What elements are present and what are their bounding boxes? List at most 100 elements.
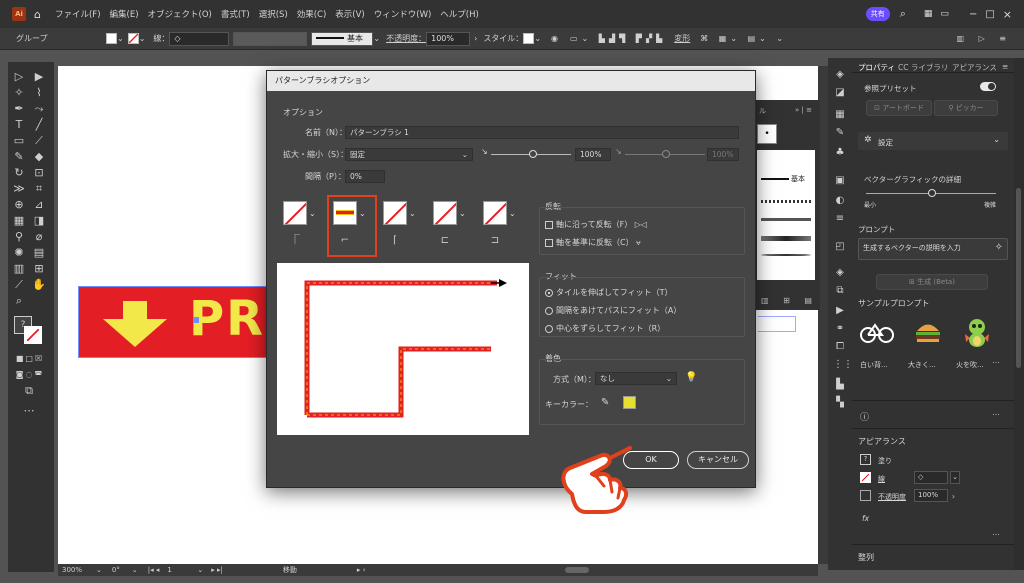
layers-icon[interactable]: ◈ [833, 266, 847, 280]
symbol-sprayer-icon[interactable]: ✺ [12, 246, 26, 260]
menu-window[interactable]: ウィンドウ(W) [374, 8, 432, 20]
fit-option-space[interactable]: 間隔をあけてパスにフィット（A） [545, 305, 681, 316]
tips-icon[interactable]: 💡 [685, 372, 697, 383]
chevron-down-icon[interactable]: ⌄ [132, 566, 138, 574]
eraser-icon[interactable]: ◆ [32, 150, 46, 164]
direct-selection-icon[interactable]: ▶ [32, 70, 46, 84]
paintbrush-icon[interactable]: ⟋ [32, 134, 46, 148]
menu-view[interactable]: 表示(V) [335, 8, 364, 20]
stroke-weight-field[interactable]: ◇ [914, 471, 948, 484]
shaper-icon[interactable]: ✎ [12, 150, 26, 164]
rectangle-icon[interactable]: ▭ [12, 134, 26, 148]
lasso-icon[interactable]: ⌇ [32, 86, 46, 100]
column-graph-icon[interactable]: ▥ [12, 262, 26, 276]
transparency-icon[interactable]: ◰ [833, 240, 847, 254]
stroke-icon[interactable]: ◐ [833, 194, 847, 208]
gradient-icon[interactable]: ◨ [32, 214, 46, 228]
chevron-down-icon[interactable]: ⌄ [197, 566, 203, 574]
chevron-down-icon[interactable]: ⌄ [117, 34, 124, 43]
sample-bicycle-icon[interactable] [860, 320, 894, 346]
artboard-nav-next[interactable]: ▸ ▸| [211, 566, 223, 574]
mesh-icon[interactable]: ▦ [12, 214, 26, 228]
chevron-right-icon[interactable]: › [474, 34, 477, 43]
slice-icon[interactable]: ⟋ [12, 278, 26, 292]
stroke-weight-dropdown[interactable]: ⌄ [950, 471, 960, 484]
minimize-button[interactable]: − [969, 9, 977, 20]
side-tile[interactable] [283, 201, 307, 225]
transform-panel-icon[interactable]: ▙ [833, 378, 847, 392]
chevron-down-icon[interactable]: ⌄ [509, 209, 516, 218]
workspace-icon[interactable]: ▦ [924, 9, 933, 19]
eyedropper-icon[interactable]: ✎ [601, 397, 609, 408]
artboard-button[interactable]: ⊡ アートボード [866, 100, 932, 116]
chevron-down-icon[interactable]: ⌄ [96, 566, 102, 574]
color-modes-icon[interactable]: ■□☒ [12, 352, 48, 366]
symbols-icon[interactable]: ♣ [833, 146, 847, 160]
color-icon[interactable]: ◈ [833, 68, 847, 82]
links-icon[interactable]: ⚭ [833, 322, 847, 336]
magic-wand-icon[interactable]: ✧ [12, 86, 26, 100]
fill-stroke-widget[interactable]: ? [14, 316, 46, 348]
menu-help[interactable]: ヘルプ(H) [440, 8, 479, 20]
pathfinder-icon[interactable]: ⧠ [833, 340, 847, 354]
chevron-down-icon[interactable]: ⌄ [139, 34, 146, 43]
panel-menu-icon[interactable]: ≡ [1002, 62, 1008, 71]
shape-builder-icon[interactable]: ⊕ [12, 198, 26, 212]
outer-corner-tile[interactable] [333, 201, 357, 225]
line-tool-icon[interactable]: ╱ [32, 118, 46, 132]
zoom-icon[interactable]: ⌕ [12, 294, 26, 308]
curvature-icon[interactable]: ⤳ [32, 102, 46, 116]
swatches-icon[interactable]: ▦ [833, 108, 847, 122]
search-icon[interactable]: ⌕ [900, 7, 906, 21]
fill-swatch[interactable]: ? [860, 454, 871, 465]
chevron-down-icon[interactable]: ⌄ [373, 34, 380, 43]
fit-radio-stretch[interactable] [545, 288, 553, 297]
brush-definition-field[interactable]: 基本 [311, 31, 374, 46]
eyedropper-icon[interactable]: ⚲ [12, 230, 26, 244]
transform-label[interactable]: 変形 [674, 33, 690, 44]
align-panel-icon[interactable]: ⋮⋮ [833, 358, 853, 372]
opacity-field[interactable]: 100% [914, 489, 948, 502]
panel-menu-icon[interactable]: ▥ ▷ ≡ [957, 34, 1013, 43]
screen-mode-icon[interactable]: ⧉ [22, 384, 36, 398]
chevron-down-icon[interactable]: ⌄ [459, 209, 466, 218]
maximize-button[interactable]: □ [985, 9, 994, 20]
fit-radio-approximate[interactable] [545, 324, 553, 333]
chevron-down-icon[interactable]: ⌄ [309, 209, 316, 218]
artboard-icon[interactable]: ⊞ [32, 262, 46, 276]
detail-slider-thumb[interactable] [928, 189, 936, 197]
spacing-field[interactable]: 0% [345, 170, 385, 183]
chevron-down-icon[interactable]: ⌄ [409, 209, 416, 218]
scale-slider-thumb[interactable] [529, 150, 537, 158]
width-icon[interactable]: ≫ [12, 182, 26, 196]
scale-mode-select[interactable]: 固定 ⌄ [345, 148, 473, 161]
generate-button[interactable]: ⊞ 生成 (Beta) [876, 274, 988, 290]
rotate-icon[interactable]: ↻ [12, 166, 26, 180]
panel-footer-icons[interactable]: ▥ ⊞ ▤ [761, 296, 818, 305]
sample-burger-icon[interactable] [914, 320, 944, 346]
free-transform-icon[interactable]: ⌗ [32, 182, 46, 196]
more-icon[interactable]: ⋯ [992, 530, 1000, 539]
align-icons[interactable]: ▭⌄ ▙▟▜ ▛▞▙ [570, 34, 666, 43]
more-icon[interactable]: ⋯ [992, 410, 1000, 419]
right-scrollbar[interactable] [1014, 58, 1024, 570]
close-button[interactable]: × [1003, 8, 1012, 21]
method-select[interactable]: なし ⌄ [595, 372, 677, 385]
fit-option-approximate[interactable]: 中心をずらしてフィット（R） [545, 323, 665, 334]
arrange-icon[interactable]: ▭ [940, 9, 949, 19]
draw-modes-icon[interactable]: ◙◌◚ [12, 368, 48, 382]
fx-button[interactable]: fx [862, 514, 869, 523]
more-tools-icon[interactable]: ⋯ [22, 404, 36, 418]
recolor-icon[interactable]: ◉ [551, 34, 558, 43]
artboard-number[interactable]: 1 [167, 566, 197, 574]
more-icon[interactable]: ⋯ [992, 358, 1000, 367]
chevron-down-icon[interactable]: ⌄ [534, 34, 541, 43]
zoom-field[interactable]: 300% [62, 566, 92, 574]
inner-corner-tile[interactable] [383, 201, 407, 225]
color-guide-icon[interactable]: ◪ [833, 86, 847, 100]
actions-icon[interactable]: ▶ [833, 304, 847, 318]
menu-type[interactable]: 書式(T) [221, 8, 250, 20]
sample-dragon-icon[interactable] [962, 316, 992, 348]
graphic-styles-icon[interactable]: ▣ [833, 174, 847, 188]
chevron-right-icon[interactable]: › [952, 492, 955, 501]
